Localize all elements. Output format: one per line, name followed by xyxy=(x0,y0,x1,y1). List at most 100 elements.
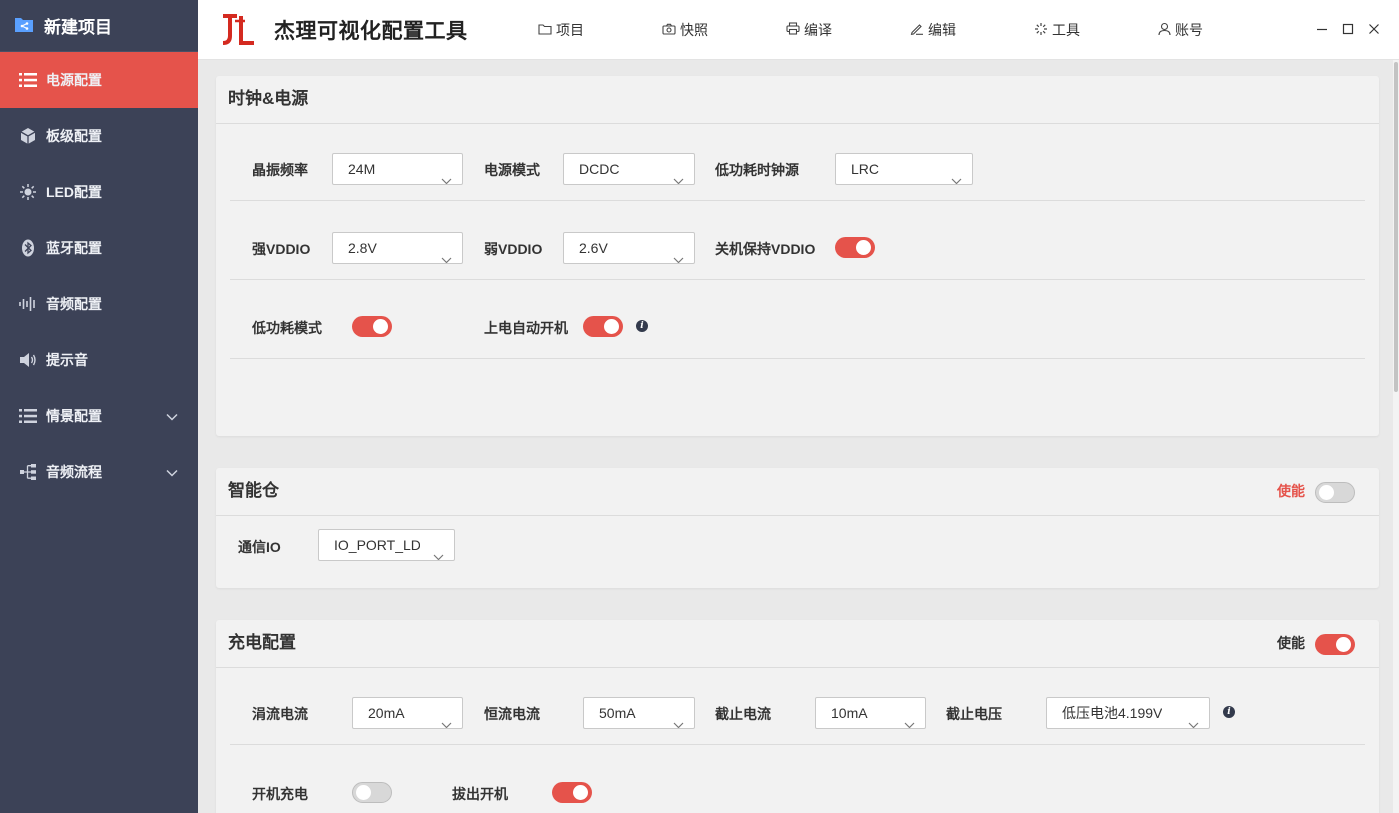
menu-label: 编译 xyxy=(804,22,832,38)
title-bar: 杰理可视化配置工具 项目 快照 编译 编辑 工具 账号 xyxy=(198,0,1399,60)
sidebar-item-label: 音频配置 xyxy=(46,296,102,312)
printer-icon xyxy=(786,22,804,38)
charge-enable-toggle[interactable] xyxy=(1315,634,1355,655)
sidebar-item-audio-flow[interactable]: 音频流程 xyxy=(0,444,198,500)
chevron-down-icon xyxy=(673,244,684,263)
keep-vddio-toggle[interactable] xyxy=(835,237,875,258)
menu-edit[interactable]: 编辑 xyxy=(910,20,956,40)
trickle-current-select[interactable]: 20mA xyxy=(352,697,463,729)
card-title-text: 充电配置 xyxy=(228,633,296,652)
charge-card: 充电配置 使能 涓流电流 20mA 恒流电流 50mA 截止电流 10mA 截止… xyxy=(216,620,1379,813)
unplug-power-on-toggle[interactable] xyxy=(552,782,592,803)
close-icon[interactable] xyxy=(1366,21,1382,37)
sidebar-item-led[interactable]: LED配置 xyxy=(0,164,198,220)
list-icon xyxy=(18,406,38,426)
sidebar-item-label: 情景配置 xyxy=(46,408,102,424)
menu-tools[interactable]: 工具 xyxy=(1034,20,1080,40)
menu-label: 项目 xyxy=(556,22,584,38)
user-icon xyxy=(1158,22,1175,39)
list-icon xyxy=(18,70,38,90)
sidebar-item-board[interactable]: 板级配置 xyxy=(0,108,198,164)
divider xyxy=(230,358,1365,359)
sidebar-item-bluetooth[interactable]: 蓝牙配置 xyxy=(0,220,198,276)
power-on-charge-toggle[interactable] xyxy=(352,782,392,803)
light-icon xyxy=(18,182,38,202)
chevron-down-icon xyxy=(441,165,452,184)
lowpower-clock-select[interactable]: LRC xyxy=(835,153,973,185)
strong-vddio-select[interactable]: 2.8V xyxy=(332,232,463,264)
app-title: 杰理可视化配置工具 xyxy=(274,20,468,43)
bluetooth-icon xyxy=(18,238,38,258)
sidebar-item-label: 电源配置 xyxy=(46,72,102,88)
auto-power-on-label: 上电自动开机 xyxy=(484,320,568,336)
lowpower-mode-label: 低功耗模式 xyxy=(252,320,322,336)
card-title: 时钟&电源 xyxy=(216,76,1379,124)
menu-label: 账号 xyxy=(1175,22,1203,38)
smart-case-card: 智能仓 使能 通信IO IO_PORT_LDOIN xyxy=(216,468,1379,588)
constant-current-label: 恒流电流 xyxy=(484,706,540,722)
divider xyxy=(230,744,1365,745)
vertical-scrollbar[interactable] xyxy=(1393,60,1399,813)
lowpower-clock-label: 低功耗时钟源 xyxy=(715,162,799,178)
chevron-down-icon xyxy=(951,165,962,184)
weak-vddio-label: 弱VDDIO xyxy=(484,241,543,257)
chevron-down-icon xyxy=(441,709,452,728)
osc-freq-select[interactable]: 24M xyxy=(332,153,463,185)
sidebar-item-label: 蓝牙配置 xyxy=(46,240,102,256)
folder-share-icon xyxy=(14,15,34,36)
chevron-down-icon[interactable] xyxy=(166,408,178,424)
maximize-icon[interactable] xyxy=(1340,21,1356,37)
power-mode-select[interactable]: DCDC xyxy=(563,153,695,185)
camera-icon xyxy=(662,22,680,38)
app-logo xyxy=(218,10,258,50)
trickle-current-label: 涓流电流 xyxy=(252,706,308,722)
card-title: 智能仓 使能 xyxy=(216,468,1379,516)
constant-current-select[interactable]: 50mA xyxy=(583,697,695,729)
scrollbar-thumb[interactable] xyxy=(1394,62,1398,392)
auto-power-on-toggle[interactable] xyxy=(583,316,623,337)
divider xyxy=(230,200,1365,201)
menu-snapshot[interactable]: 快照 xyxy=(662,20,708,40)
chevron-down-icon xyxy=(673,709,684,728)
sidebar-item-prompt-tone[interactable]: 提示音 xyxy=(0,332,198,388)
enable-label: 使能 xyxy=(1277,635,1305,651)
sidebar-item-audio[interactable]: 音频配置 xyxy=(0,276,198,332)
comm-io-select[interactable]: IO_PORT_LDOIN xyxy=(318,529,455,561)
new-project-button[interactable]: 新建项目 xyxy=(0,0,198,52)
card-title-text: 智能仓 xyxy=(228,481,279,500)
keep-vddio-label: 关机保持VDDIO xyxy=(715,241,816,257)
card-title: 充电配置 使能 xyxy=(216,620,1379,668)
chevron-down-icon xyxy=(441,244,452,263)
info-icon[interactable]: i xyxy=(636,320,648,332)
chevron-down-icon[interactable] xyxy=(166,464,178,480)
divider xyxy=(230,279,1365,280)
menu-account[interactable]: 账号 xyxy=(1158,20,1203,40)
enable-label: 使能 xyxy=(1277,483,1305,499)
chevron-down-icon xyxy=(904,709,915,728)
menu-label: 快照 xyxy=(680,22,708,38)
menu-compile[interactable]: 编译 xyxy=(786,20,832,40)
info-icon[interactable]: i xyxy=(1223,706,1235,718)
smart-case-enable-toggle[interactable] xyxy=(1315,482,1355,503)
clock-power-card: 时钟&电源 晶振频率 24M 电源模式 DCDC 低功耗时钟源 LRC 强VDD… xyxy=(216,76,1379,436)
sidebar-item-label: 板级配置 xyxy=(46,128,102,144)
sidebar-item-label: 音频流程 xyxy=(46,464,102,480)
cutoff-voltage-label: 截止电压 xyxy=(946,706,1002,722)
sidebar-item-label: 提示音 xyxy=(46,352,88,368)
cutoff-voltage-select[interactable]: 低压电池4.199V xyxy=(1046,697,1210,729)
sidebar-item-power[interactable]: 电源配置 xyxy=(0,52,198,108)
menu-project[interactable]: 项目 xyxy=(538,20,584,40)
cutoff-current-select[interactable]: 10mA xyxy=(815,697,926,729)
main-content: 时钟&电源 晶振频率 24M 电源模式 DCDC 低功耗时钟源 LRC 强VDD… xyxy=(198,60,1399,813)
minimize-icon[interactable] xyxy=(1314,21,1330,37)
lowpower-mode-toggle[interactable] xyxy=(352,316,392,337)
sidebar: 新建项目 电源配置 板级配置 LED配置 蓝牙配置 音频配置 提示音 情景配置 … xyxy=(0,0,198,813)
unplug-power-on-label: 拔出开机 xyxy=(452,786,508,802)
weak-vddio-select[interactable]: 2.6V xyxy=(563,232,695,264)
sidebar-item-scene[interactable]: 情景配置 xyxy=(0,388,198,444)
cutoff-current-label: 截止电流 xyxy=(715,706,771,722)
osc-freq-label: 晶振频率 xyxy=(252,162,308,178)
chevron-down-icon xyxy=(1188,709,1199,728)
menu-label: 编辑 xyxy=(928,22,956,38)
cube-icon xyxy=(18,126,38,146)
